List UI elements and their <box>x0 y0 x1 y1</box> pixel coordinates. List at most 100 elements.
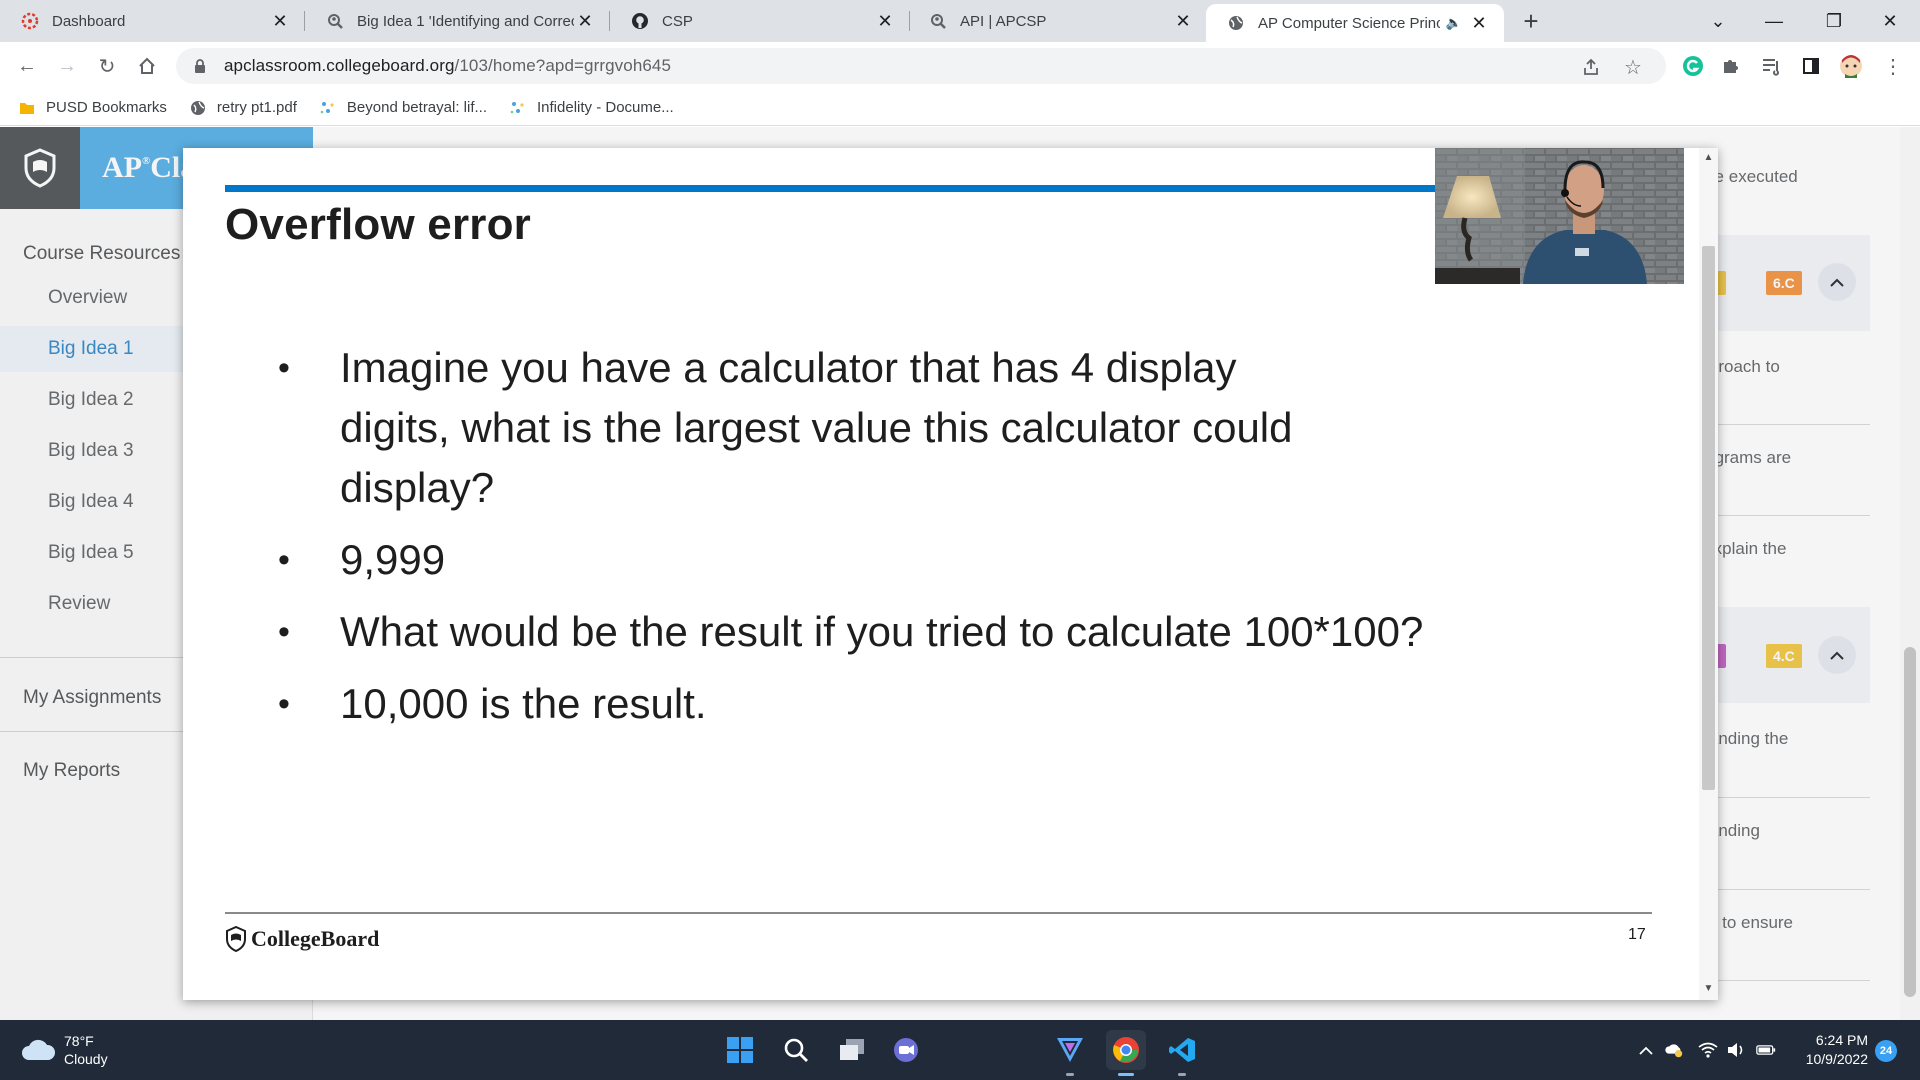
chrome-icon[interactable] <box>1106 1030 1146 1076</box>
search-person-icon <box>928 11 948 31</box>
globe-icon <box>189 99 207 117</box>
battery-icon[interactable] <box>1756 1040 1776 1060</box>
weather-desc: Cloudy <box>64 1051 108 1067</box>
url-text: apclassroom.collegeboard.org/103/home?ap… <box>224 56 671 76</box>
profile-avatar-icon[interactable] <box>1838 53 1864 79</box>
side-panel-icon[interactable] <box>1798 53 1824 79</box>
shield-icon <box>226 926 246 952</box>
canvas-icon <box>20 11 40 31</box>
clock[interactable]: 6:24 PM 10/9/2022 <box>1796 1031 1868 1069</box>
tab-title: Dashboard <box>52 12 126 30</box>
wifi-icon[interactable] <box>1698 1040 1718 1060</box>
scroll-up-arrow-icon[interactable]: ▲ <box>1703 152 1714 163</box>
lock-icon[interactable] <box>192 58 208 74</box>
notification-badge[interactable]: 24 <box>1875 1040 1897 1062</box>
tab-title: API | APCSP <box>960 12 1047 30</box>
globe-icon <box>1226 13 1246 33</box>
bookmark-label: Infidelity - Docume... <box>537 99 674 116</box>
extensions-puzzle-icon[interactable] <box>1718 53 1744 79</box>
tray-overflow-chevron-icon[interactable] <box>1636 1040 1656 1060</box>
vscode-icon[interactable] <box>1162 1030 1202 1076</box>
volume-icon[interactable] <box>1726 1040 1746 1060</box>
bookmark-label: retry pt1.pdf <box>216 99 297 116</box>
clock-time: 6:24 PM <box>1815 1032 1868 1048</box>
window-close-icon[interactable]: ✕ <box>1862 0 1918 42</box>
search-person-icon <box>325 11 345 31</box>
bullet-text: 9,999 <box>340 536 446 583</box>
modal-scrollbar-thumb[interactable] <box>1702 246 1715 790</box>
new-tab-button[interactable]: + <box>1516 6 1546 36</box>
bullet-item: 9,999 <box>278 530 1528 590</box>
url-host: apclassroom.collegeboard.org <box>224 56 455 75</box>
bullet-item: Imagine you have a calculator that has 4… <box>278 338 1528 518</box>
tab-csp[interactable]: CSP ✕ <box>610 0 910 42</box>
home-icon[interactable] <box>132 51 162 81</box>
tab-dashboard[interactable]: Dashboard ✕ <box>0 0 305 42</box>
tab-strip: Dashboard ✕ Big Idea 1 'Identifying and … <box>0 0 1920 42</box>
bookmark-pusd[interactable]: PUSD Bookmarks <box>18 99 167 117</box>
sparkle-icon <box>319 99 337 117</box>
windows-taskbar: 78°F Cloudy 6:24 PM 10/9/2022 24 <box>0 1020 1920 1080</box>
bullet-text: Imagine you have a calculator that has 4… <box>340 344 1293 511</box>
video-player-modal[interactable]: Overflow error Imagine you have a calcul… <box>183 148 1718 1000</box>
bullet-text: 10,000 is the result. <box>340 680 707 727</box>
close-icon[interactable]: ✕ <box>269 10 291 32</box>
reload-icon[interactable]: ↻ <box>92 51 122 81</box>
back-icon[interactable]: ← <box>12 51 42 81</box>
tab-title: CSP <box>662 12 693 30</box>
tab-api-apcsp[interactable]: API | APCSP ✕ <box>908 0 1208 42</box>
forward-icon[interactable]: → <box>52 51 82 81</box>
weather-widget[interactable]: 78°F Cloudy <box>20 1032 108 1068</box>
slide-bullets: Imagine you have a calculator that has 4… <box>278 338 1528 746</box>
bookmark-label: Beyond betrayal: lif... <box>346 99 487 116</box>
bookmark-retry[interactable]: retry pt1.pdf <box>189 99 297 117</box>
vpn-app-icon[interactable] <box>1050 1030 1090 1076</box>
page-scrollbar[interactable] <box>1900 127 1920 1020</box>
windows-start-icon[interactable] <box>720 1030 760 1070</box>
teams-chat-icon[interactable] <box>886 1030 926 1070</box>
bookmark-infidelity[interactable]: Infidelity - Docume... <box>509 99 674 117</box>
url-path: /103/home?apd=grrgvoh645 <box>454 56 672 75</box>
collegeboard-logo: CollegeBoard <box>225 926 379 952</box>
onedrive-warning-icon[interactable] <box>1664 1040 1684 1060</box>
menu-kebab-icon[interactable]: ⋮ <box>1880 53 1906 79</box>
collegeboard-wordmark: CollegeBoard <box>251 926 380 951</box>
bullet-item: 10,000 is the result. <box>278 674 1528 734</box>
share-icon[interactable] <box>1580 56 1602 78</box>
close-icon[interactable]: ✕ <box>874 10 896 32</box>
grammarly-icon[interactable] <box>1680 53 1706 79</box>
tab-big-idea-1[interactable]: Big Idea 1 'Identifying and Correc ✕ <box>305 0 610 42</box>
tab-ap-csp[interactable]: AP Computer Science Princip 🔈 ✕ <box>1206 4 1504 42</box>
scrollbar-thumb[interactable] <box>1904 647 1916 997</box>
scroll-down-arrow-icon[interactable]: ▼ <box>1703 983 1714 994</box>
folder-icon <box>18 99 36 117</box>
github-icon <box>630 11 650 31</box>
restore-icon[interactable]: ❐ <box>1806 0 1862 42</box>
search-icon[interactable] <box>776 1030 816 1070</box>
browser-toolbar: ← → ↻ apclassroom.collegeboard.org/103/h… <box>0 42 1920 90</box>
speaker-icon[interactable]: 🔈 <box>1446 15 1462 31</box>
slide-title: Overflow error <box>225 200 532 249</box>
minimize-icon[interactable]: — <box>1746 0 1802 42</box>
weather-temp: 78°F <box>64 1033 94 1049</box>
close-icon[interactable]: ✕ <box>1468 12 1490 34</box>
task-view-icon[interactable] <box>832 1030 872 1070</box>
sparkle-icon <box>509 99 527 117</box>
modal-scrollbar[interactable]: ▲ ▼ <box>1699 148 1718 1000</box>
slide-accent-bar <box>225 185 1535 192</box>
clock-date: 10/9/2022 <box>1805 1051 1868 1067</box>
cloud-icon <box>22 1039 56 1060</box>
chevron-down-icon[interactable]: ⌄ <box>1690 0 1746 42</box>
webcam-video-overlay <box>1435 148 1684 284</box>
address-bar[interactable]: apclassroom.collegeboard.org/103/home?ap… <box>176 48 1666 84</box>
slide-page-number: 17 <box>1628 926 1646 943</box>
star-icon[interactable]: ☆ <box>1622 56 1644 79</box>
tab-title: Big Idea 1 'Identifying and Correc <box>357 12 574 30</box>
media-queue-icon[interactable] <box>1758 53 1784 79</box>
bullet-text: What would be the result if you tried to… <box>340 608 1424 655</box>
close-icon[interactable]: ✕ <box>1172 10 1194 32</box>
bullet-item: What would be the result if you tried to… <box>278 602 1528 662</box>
bookmark-label: PUSD Bookmarks <box>46 99 167 116</box>
close-icon[interactable]: ✕ <box>574 10 596 32</box>
bookmark-beyond-betrayal[interactable]: Beyond betrayal: lif... <box>319 99 487 117</box>
